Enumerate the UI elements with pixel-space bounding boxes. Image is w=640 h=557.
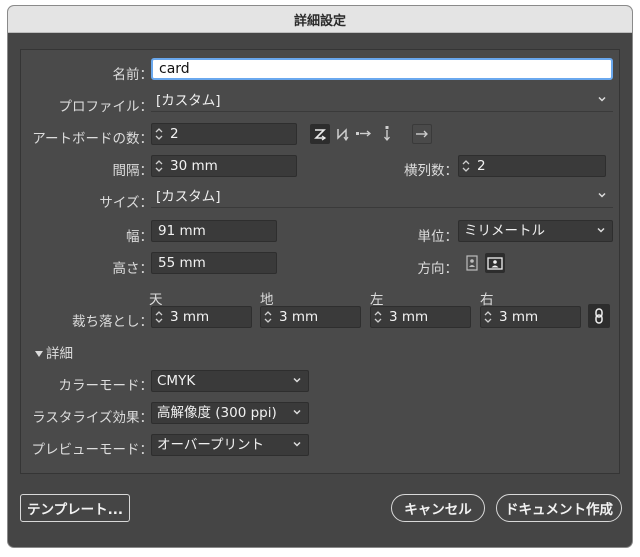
- triangle-down-icon: [35, 351, 43, 357]
- new-document-dialog: 詳細設定 名前： card プロファイル： [カスタム] アートボードの数： 2…: [8, 6, 632, 547]
- size-dropdown[interactable]: [カスタム]: [151, 186, 613, 208]
- name-label: 名前：: [112, 67, 154, 83]
- units-label: 単位：: [417, 229, 459, 245]
- columns-stepper[interactable]: 2: [458, 155, 606, 177]
- chevron-down-icon: [293, 441, 301, 447]
- size-label: サイズ：: [99, 195, 153, 211]
- grid-by-column-icon[interactable]: [332, 124, 352, 144]
- artboard-count-label: アートボードの数：: [32, 131, 153, 147]
- right-to-left-icon[interactable]: [412, 124, 432, 144]
- stepper-arrows-icon[interactable]: [261, 307, 275, 327]
- preview-mode-label: プレビューモード：: [31, 442, 154, 458]
- width-label: 幅：: [126, 229, 153, 245]
- stepper-arrows-icon[interactable]: [152, 124, 166, 144]
- bleed-left-stepper[interactable]: 3 mm: [370, 306, 471, 328]
- raster-effects-value: 高解像度 (300 ppi): [157, 405, 277, 421]
- cancel-button[interactable]: キャンセル: [391, 494, 485, 522]
- artboard-count-stepper[interactable]: 2: [151, 123, 297, 145]
- bleed-bottom-stepper[interactable]: 3 mm: [260, 306, 361, 328]
- spacing-value: 30 mm: [170, 158, 218, 174]
- name-input[interactable]: card: [151, 58, 613, 80]
- artboard-count-value: 2: [170, 126, 179, 142]
- profile-dropdown[interactable]: [カスタム]: [151, 90, 613, 112]
- link-icon[interactable]: [588, 304, 610, 328]
- chevron-down-icon: [597, 227, 605, 233]
- bleed-left-label: 左: [370, 292, 384, 308]
- orientation-label: 方向：: [417, 261, 459, 277]
- create-document-button[interactable]: ドキュメント作成: [496, 494, 622, 522]
- profile-label: プロファイル：: [58, 99, 154, 115]
- bleed-top-value: 3 mm: [170, 309, 210, 325]
- raster-effects-dropdown[interactable]: 高解像度 (300 ppi): [151, 402, 309, 424]
- portrait-icon[interactable]: [462, 253, 482, 273]
- bleed-bottom-label: 地: [260, 292, 274, 308]
- chevron-down-icon: [598, 96, 606, 102]
- bleed-right-label: 右: [480, 292, 494, 308]
- bleed-top-label: 天: [149, 292, 163, 308]
- spacing-stepper[interactable]: 30 mm: [151, 155, 297, 177]
- stepper-arrows-icon[interactable]: [481, 307, 495, 327]
- title-bar: 詳細設定: [8, 6, 632, 33]
- color-mode-label: カラーモード：: [58, 378, 154, 394]
- profile-value: [カスタム]: [156, 93, 221, 109]
- bleed-left-value: 3 mm: [389, 309, 429, 325]
- arrange-by-row-icon[interactable]: [354, 124, 374, 144]
- chevron-down-icon: [293, 409, 301, 415]
- bleed-bottom-value: 3 mm: [279, 309, 319, 325]
- bleed-right-value: 3 mm: [499, 309, 539, 325]
- stepper-arrows-icon[interactable]: [459, 156, 473, 176]
- size-value: [カスタム]: [156, 189, 221, 205]
- landscape-icon[interactable]: [485, 253, 505, 273]
- color-mode-dropdown[interactable]: CMYK: [151, 370, 309, 392]
- grid-by-row-icon[interactable]: [310, 124, 330, 144]
- bleed-label: 裁ち落とし：: [72, 314, 153, 330]
- color-mode-value: CMYK: [157, 373, 196, 389]
- columns-label: 横列数：: [404, 163, 458, 179]
- preview-mode-dropdown[interactable]: オーバープリント: [151, 434, 309, 456]
- stepper-arrows-icon[interactable]: [371, 307, 385, 327]
- stepper-arrows-icon[interactable]: [152, 156, 166, 176]
- advanced-toggle[interactable]: 詳細: [34, 342, 73, 362]
- units-dropdown[interactable]: ミリメートル: [458, 220, 613, 242]
- dialog-title: 詳細設定: [293, 13, 346, 29]
- bleed-top-stepper[interactable]: 3 mm: [151, 306, 252, 328]
- width-input[interactable]: 91 mm: [151, 220, 277, 242]
- spacing-label: 間隔：: [112, 163, 154, 179]
- columns-value: 2: [477, 158, 486, 174]
- bleed-right-stepper[interactable]: 3 mm: [480, 306, 581, 328]
- height-label: 高さ：: [112, 261, 154, 277]
- raster-effects-label: ラスタライズ効果：: [32, 410, 153, 426]
- advanced-toggle-label: 詳細: [46, 346, 73, 362]
- preview-mode-value: オーバープリント: [157, 437, 265, 453]
- arrange-by-column-icon[interactable]: [377, 124, 397, 144]
- units-value: ミリメートル: [464, 223, 545, 239]
- height-input[interactable]: 55 mm: [151, 252, 277, 274]
- chevron-down-icon: [293, 377, 301, 383]
- stepper-arrows-icon[interactable]: [152, 307, 166, 327]
- chevron-down-icon: [598, 192, 606, 198]
- templates-button[interactable]: テンプレート...: [20, 494, 130, 522]
